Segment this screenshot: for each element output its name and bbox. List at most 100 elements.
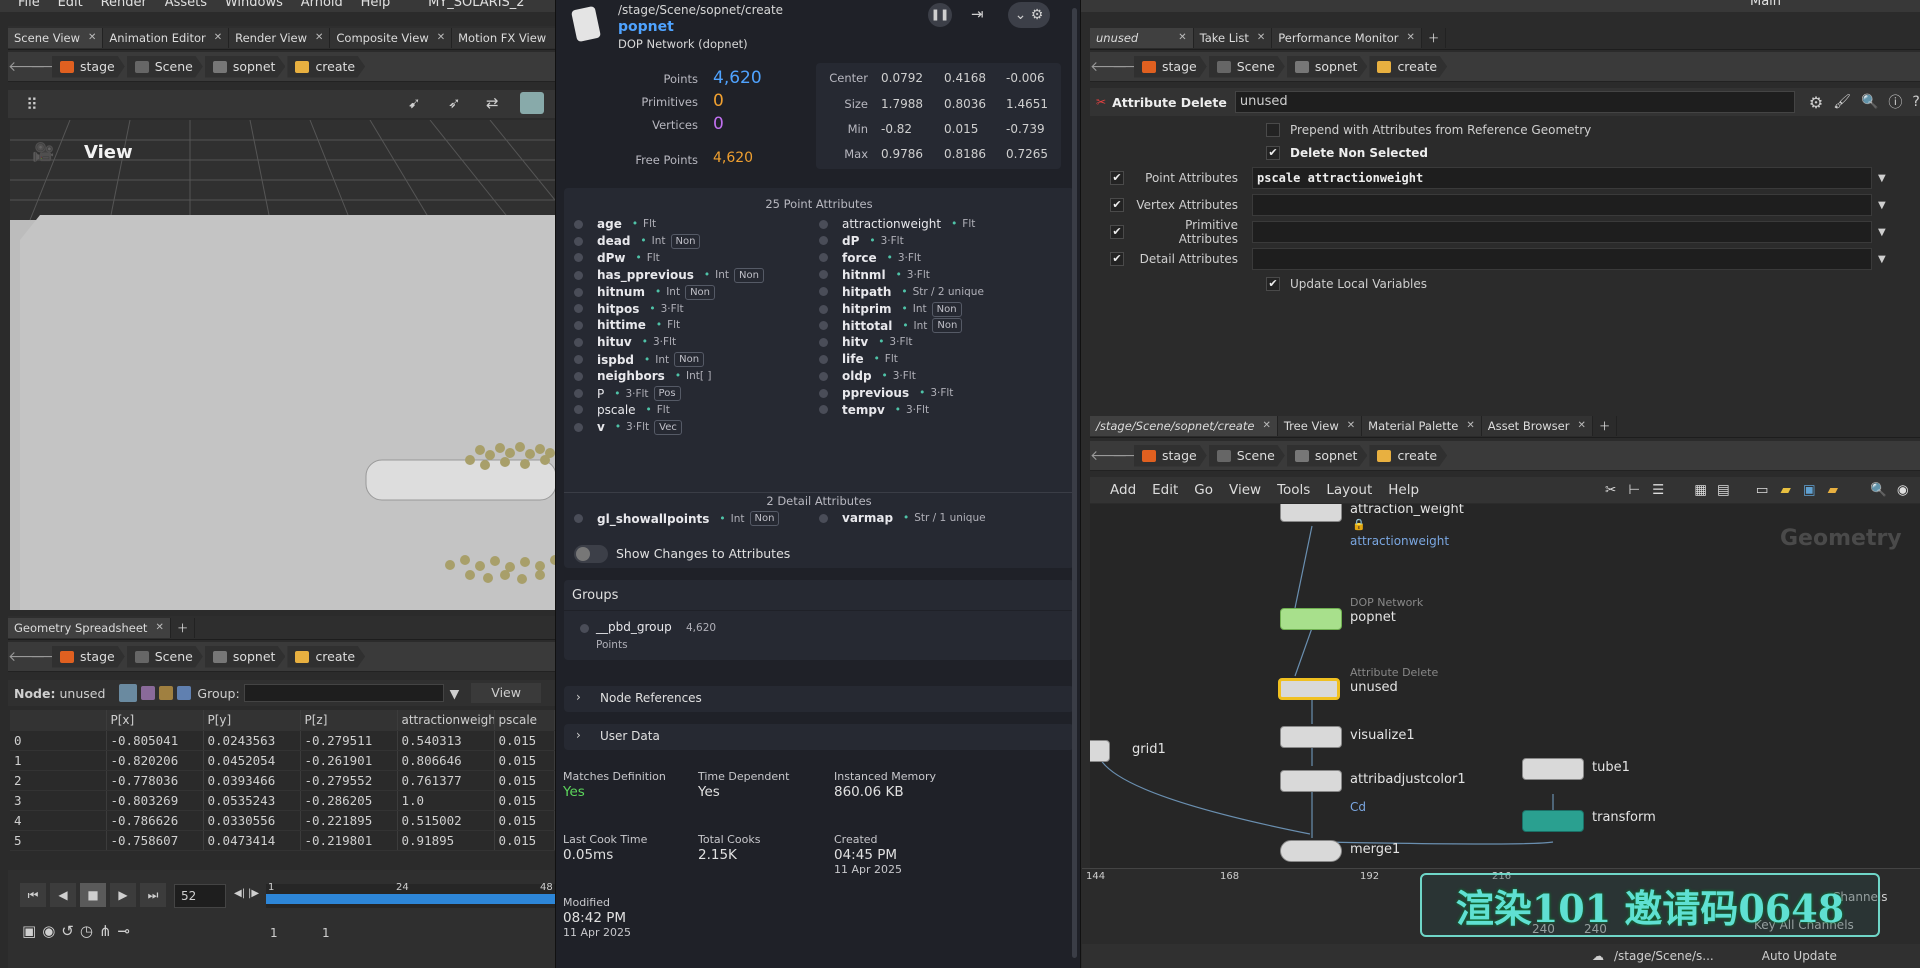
primitives-filter-icon[interactable] xyxy=(159,686,174,700)
attribute-item[interactable]: ispbd Int Non xyxy=(574,352,705,368)
search-icon[interactable]: 🔍 xyxy=(1861,94,1878,110)
chevron-down-icon[interactable]: ▼ xyxy=(1878,173,1886,184)
close-icon[interactable]: ✕ xyxy=(1347,420,1355,431)
column-header[interactable]: P[z] xyxy=(300,710,398,731)
attribute-item[interactable]: gl_showallpoints Int Non xyxy=(574,511,780,526)
menu-arnold[interactable]: Arnold xyxy=(301,0,343,9)
group-field[interactable] xyxy=(243,684,444,702)
timeline-bar[interactable]: 1 24 48 xyxy=(266,882,555,908)
tab-render-view[interactable]: Render View ✕ xyxy=(229,27,331,48)
view-camera-icon[interactable] xyxy=(520,92,544,114)
node-merge1[interactable] xyxy=(1280,840,1342,862)
breadcrumb-create[interactable]: create xyxy=(1369,55,1448,78)
stop-icon[interactable]: ■ xyxy=(80,883,106,907)
close-icon[interactable]: ✕ xyxy=(315,32,323,43)
attribute-item[interactable]: hitnml 3·Flt xyxy=(819,268,930,282)
menu-file[interactable]: File xyxy=(18,0,40,9)
tab-asset-browser[interactable]: Asset Browser ✕ xyxy=(1481,415,1593,436)
point-attributes-field[interactable]: pscale attractionweight xyxy=(1252,167,1872,189)
breadcrumb-scene[interactable]: Scene xyxy=(126,55,203,78)
status-path[interactable]: /stage/Scene/s... xyxy=(1614,949,1714,963)
attribute-item[interactable]: dead Int Non xyxy=(574,233,701,249)
keys-icon[interactable]: ⋔ xyxy=(99,922,112,940)
step-back-icon[interactable]: ◀| xyxy=(234,888,245,899)
menu-help[interactable]: Help xyxy=(361,0,391,9)
scene-viewport[interactable]: 🎥 View xyxy=(10,120,555,610)
attribute-item[interactable]: hitnum Int Non xyxy=(574,284,715,300)
settings-gear-icon[interactable]: ⌄ ⚙ xyxy=(1008,2,1050,28)
spreadsheet-table[interactable]: P[x] P[y] P[z] attractionweigh pscale 0-… xyxy=(10,710,555,851)
node-references-section[interactable]: › Node References xyxy=(564,686,1074,712)
attribute-item[interactable]: hitpath Str / 2 unique xyxy=(819,285,984,299)
menu-render[interactable]: Render xyxy=(101,0,147,9)
jump-start-icon[interactable]: ⏮ xyxy=(20,883,46,907)
desktop-selector[interactable]: MY_SOLARIS_2 xyxy=(428,0,524,9)
net-menu-edit[interactable]: Edit xyxy=(1152,482,1178,498)
breadcrumb-stage[interactable]: stage xyxy=(52,645,125,668)
breadcrumb-stage[interactable]: stage xyxy=(1134,55,1207,78)
attribute-item[interactable]: hitpos 3·Flt xyxy=(574,302,684,316)
vertex-attributes-checkbox[interactable]: ✔ xyxy=(1110,198,1124,212)
net-menu-go[interactable]: Go xyxy=(1194,482,1213,498)
breadcrumb-scene[interactable]: Scene xyxy=(1208,444,1285,467)
back-arrow-icon[interactable]: 🡐 xyxy=(8,648,46,665)
table-row[interactable]: 2 -0.778036 0.0393466 -0.279552 0.761377 0.01… xyxy=(10,770,555,791)
tab-scene-view[interactable]: Scene View ✕ xyxy=(8,27,104,48)
forward-arrow-icon[interactable]: 🡒 xyxy=(30,58,68,75)
attribute-item[interactable]: force 3·Flt xyxy=(819,251,921,265)
close-icon[interactable]: ✕ xyxy=(1407,32,1415,43)
tab-performance-monitor[interactable]: Performance Monitor ✕ xyxy=(1272,27,1422,48)
view-eye-icon[interactable]: ◉ xyxy=(1897,482,1909,498)
tab-material-palette[interactable]: Material Palette ✕ xyxy=(1362,415,1482,436)
back-arrow-icon[interactable]: 🡐 xyxy=(8,58,46,75)
attribute-item[interactable]: dPw Flt xyxy=(574,251,660,265)
node-visualize1[interactable] xyxy=(1280,726,1342,748)
popup-scrollbar[interactable] xyxy=(1072,8,1077,958)
breadcrumb-scene[interactable]: Scene xyxy=(126,645,203,668)
grid-menu-icon[interactable]: ⠿ xyxy=(26,95,38,114)
prepend-checkbox[interactable] xyxy=(1266,123,1280,137)
chevron-down-icon[interactable]: ▼ xyxy=(1878,200,1886,211)
node-attribadjustcolor1[interactable] xyxy=(1280,770,1342,792)
table-row[interactable]: 1 -0.820206 0.0452054 -0.261901 0.806646 0.01… xyxy=(10,750,555,771)
point-attributes-checkbox[interactable]: ✔ xyxy=(1110,171,1124,185)
close-icon[interactable]: ✕ xyxy=(1262,420,1270,431)
play-back-icon[interactable]: ◀ xyxy=(50,883,76,907)
play-icon[interactable]: ▶ xyxy=(110,883,136,907)
frame-field[interactable]: 52 xyxy=(174,884,226,908)
menu-windows[interactable]: Windows xyxy=(225,0,283,9)
menu-edit[interactable]: Edit xyxy=(58,0,83,9)
info-icon[interactable]: ⓘ xyxy=(1888,92,1902,112)
node-tube1[interactable] xyxy=(1522,758,1584,780)
tab-take-list[interactable]: Take List ✕ xyxy=(1193,27,1273,48)
breadcrumb-scene[interactable]: Scene xyxy=(1208,55,1285,78)
column-header[interactable]: P[x] xyxy=(106,710,204,731)
attribute-item[interactable]: attractionweight Flt xyxy=(819,217,975,231)
breadcrumb-stage[interactable]: stage xyxy=(52,55,125,78)
primitive-attributes-checkbox[interactable]: ✔ xyxy=(1110,225,1124,239)
tab-tree-view[interactable]: Tree View ✕ xyxy=(1277,415,1363,436)
table-row[interactable]: 5 -0.758607 0.0473414 -0.219801 0.91895 0.015 xyxy=(10,830,555,851)
folder-icon[interactable]: ▰ xyxy=(1828,482,1838,498)
attribute-item[interactable]: v 3·Flt Vec xyxy=(574,419,682,435)
close-icon[interactable]: ✕ xyxy=(155,622,163,633)
detail-attributes-field[interactable] xyxy=(1252,248,1872,270)
table-row[interactable]: 3 -0.803269 0.0535243 -0.286205 1.0 0.015 xyxy=(10,790,555,811)
filter-icon[interactable]: ▼ xyxy=(450,686,460,701)
forward-arrow-icon[interactable]: 🡒 xyxy=(1112,58,1150,75)
back-arrow-icon[interactable]: 🡐 xyxy=(1090,58,1128,75)
jump-end-icon[interactable]: ⏭ xyxy=(140,883,166,907)
view-dropdown[interactable]: View xyxy=(471,683,541,703)
network-editor[interactable]: Geometry attraction_weight 🔒 attractionw… xyxy=(1090,504,1920,868)
attribute-item[interactable]: oldp 3·Flt xyxy=(819,369,916,383)
attribute-item[interactable]: hittime Flt xyxy=(574,318,680,332)
net-menu-view[interactable]: View xyxy=(1229,482,1261,498)
column-header[interactable]: P[y] xyxy=(203,710,301,731)
list-icon[interactable]: ☰ xyxy=(1652,482,1664,498)
attribute-item[interactable]: life Flt xyxy=(819,352,898,366)
gear-icon[interactable]: ⚙ xyxy=(1809,93,1823,112)
attribute-item[interactable]: varmap Str / 1 unique xyxy=(819,511,986,525)
close-icon[interactable]: ✕ xyxy=(1466,420,1474,431)
close-icon[interactable]: ✕ xyxy=(1577,420,1585,431)
breadcrumb-sopnet[interactable]: sopnet xyxy=(1286,55,1368,78)
